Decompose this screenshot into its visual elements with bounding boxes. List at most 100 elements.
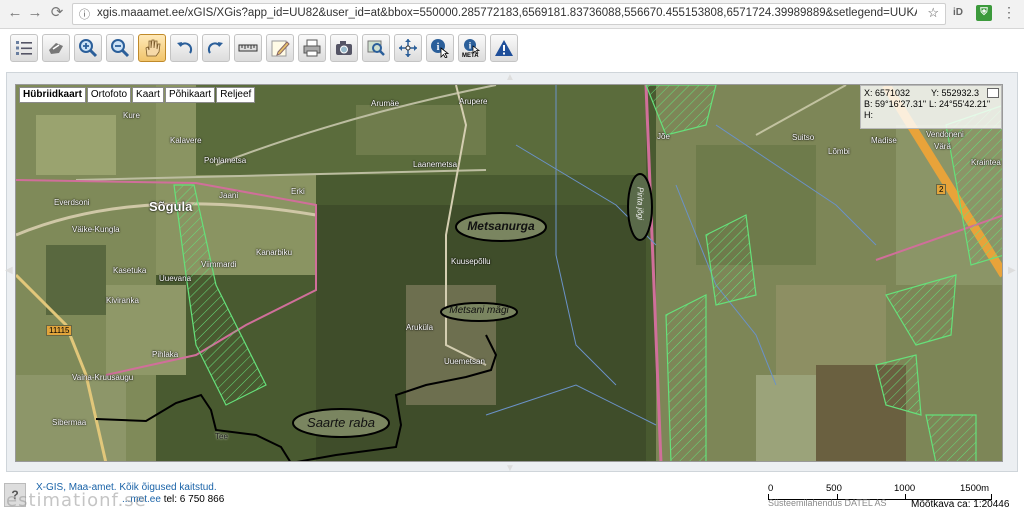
info-icon: i bbox=[431, 39, 450, 58]
place-label: Kanarbiku bbox=[256, 248, 293, 257]
warning-icon bbox=[495, 40, 513, 56]
place-label: Kalavere bbox=[170, 136, 202, 145]
place-label: Kasetuka bbox=[113, 266, 147, 275]
back-arrow-icon[interactable]: ← bbox=[6, 4, 24, 22]
place-label: Väike-Kungla bbox=[72, 225, 120, 234]
print-icon bbox=[303, 39, 321, 57]
url-text[interactable]: xgis.maaamet.ee/xGIS/XGis?app_id=UU82&us… bbox=[97, 7, 917, 19]
place-label: Kiviranka bbox=[106, 296, 139, 305]
place-label: Tee bbox=[215, 432, 228, 441]
watermark: estimationf.se bbox=[6, 490, 147, 511]
meta-info-button[interactable]: i META bbox=[458, 34, 486, 62]
redo-icon bbox=[207, 42, 223, 54]
zoom-in-icon bbox=[79, 39, 98, 58]
bookmark-star-icon[interactable]: ☆ bbox=[927, 5, 939, 21]
pan-south-arrow-icon[interactable]: ▼ bbox=[505, 463, 515, 474]
scale-label: 500 bbox=[826, 483, 842, 494]
place-label: Madise bbox=[871, 136, 897, 145]
place-label: Laanemetsa bbox=[413, 160, 458, 169]
place-label: Kraintea bbox=[971, 158, 1001, 167]
map-view[interactable]: Arumäe Arupere Kure Kalavere Pohlametsa … bbox=[15, 84, 1003, 462]
redo-button[interactable] bbox=[202, 34, 230, 62]
tab-map[interactable]: Kaart bbox=[132, 87, 164, 103]
pan-west-arrow-icon[interactable]: ◀ bbox=[5, 265, 13, 276]
search-map-button[interactable] bbox=[362, 34, 390, 62]
undo-button[interactable] bbox=[170, 34, 198, 62]
layers-button[interactable] bbox=[10, 34, 38, 62]
place-label: Arupere bbox=[459, 97, 488, 106]
pan-map-button[interactable] bbox=[42, 34, 70, 62]
camera-icon bbox=[336, 41, 352, 55]
place-label: Kure bbox=[123, 111, 140, 120]
measure-icon bbox=[238, 44, 258, 52]
map-toolbar: i i META bbox=[0, 30, 1024, 68]
search-map-icon bbox=[367, 40, 385, 56]
tab-hybrid[interactable]: Hübriidkaart bbox=[19, 87, 86, 103]
pan-east-arrow-icon[interactable]: ▶ bbox=[1008, 265, 1016, 276]
layers-icon bbox=[16, 41, 32, 55]
place-label: Suitso bbox=[792, 133, 815, 142]
ellipse-label: Saarte raba bbox=[307, 415, 375, 430]
road-number-sign: 11115 bbox=[46, 325, 73, 336]
pan-north-arrow-icon[interactable]: ▲ bbox=[505, 72, 515, 83]
coord-toggle-icon[interactable] bbox=[987, 88, 999, 98]
coord-b: B: 59°16'27.31" bbox=[864, 99, 927, 109]
full-extent-button[interactable] bbox=[394, 34, 422, 62]
coord-x: X: 6571032 bbox=[864, 88, 911, 98]
browser-menu-icon[interactable]: ⋮ bbox=[1002, 5, 1016, 19]
measure-button[interactable] bbox=[234, 34, 262, 62]
tab-basemap[interactable]: Põhikaart bbox=[164, 87, 216, 103]
print-button[interactable] bbox=[298, 34, 326, 62]
hand-tool-button[interactable] bbox=[138, 34, 166, 62]
place-label: Pihlaka bbox=[152, 350, 179, 359]
meta-label: META bbox=[462, 53, 479, 59]
ellipse-label: Metsanurga bbox=[467, 219, 535, 233]
warning-button[interactable] bbox=[490, 34, 518, 62]
village-label: Sõgula bbox=[149, 199, 193, 214]
place-label: Vaina-Kruusaugu bbox=[72, 373, 134, 382]
place-label: Erki bbox=[291, 187, 305, 196]
scale-label: 1000 bbox=[894, 483, 916, 494]
camera-button[interactable] bbox=[330, 34, 358, 62]
extent-icon bbox=[399, 39, 417, 57]
place-label: Pohlametsa bbox=[204, 156, 247, 165]
place-label: Jõe bbox=[657, 132, 670, 141]
coord-h: H: bbox=[864, 110, 873, 120]
edit-button[interactable] bbox=[266, 34, 294, 62]
tab-orthophoto[interactable]: Ortofoto bbox=[86, 87, 132, 103]
reload-icon[interactable]: ⟳ bbox=[48, 4, 66, 22]
place-label: Aruküla bbox=[406, 323, 434, 332]
place-label: Kuusepõllu bbox=[451, 257, 491, 266]
place-label: Arumäe bbox=[371, 99, 400, 108]
place-label: Viimmardi bbox=[201, 260, 237, 269]
zoom-in-button[interactable] bbox=[74, 34, 102, 62]
address-bar[interactable]: ⓘ xgis.maaamet.ee/xGIS/XGis?app_id=UU82&… bbox=[72, 3, 946, 25]
undo-icon bbox=[177, 42, 193, 54]
place-label: Vendoneni bbox=[926, 130, 964, 139]
zoom-out-button[interactable] bbox=[106, 34, 134, 62]
page-info-icon[interactable]: ⓘ bbox=[79, 6, 90, 22]
map-type-tabs: Hübriidkaart Ortofoto Kaart Põhikaart Re… bbox=[19, 87, 256, 103]
place-label: Uuemetsan bbox=[444, 357, 485, 366]
place-label: Värä bbox=[934, 142, 951, 151]
svg-text:i: i bbox=[437, 42, 440, 53]
scale-credit: Süsteemilahendus DATEL AS bbox=[768, 498, 887, 508]
coord-y: Y: 552932.3 bbox=[931, 88, 980, 98]
contact-tel: tel: 6 750 866 bbox=[163, 494, 225, 505]
coordinate-readout: X: 6571032 Y: 552932.3 B: 59°16'27.31" L… bbox=[860, 85, 1002, 129]
scale-label: 1500m bbox=[960, 483, 990, 494]
extension-shield-icon[interactable]: ⛨ bbox=[976, 5, 992, 21]
coord-l: L: 24°55'42.21" bbox=[929, 99, 991, 109]
place-label: Uuevana bbox=[159, 274, 192, 283]
scale-ratio: Mõõtkava ca: 1:20446 bbox=[911, 499, 1010, 510]
forward-arrow-icon[interactable]: → bbox=[26, 4, 44, 22]
place-label: Everdsoni bbox=[54, 198, 90, 207]
place-label: Lõmbi bbox=[828, 147, 850, 156]
place-label: Sibermaa bbox=[52, 418, 87, 427]
info-button[interactable]: i bbox=[426, 34, 454, 62]
road-number-sign: 2 bbox=[936, 184, 947, 195]
browser-bar: ← → ⟳ ⓘ xgis.maaamet.ee/xGIS/XGis?app_id… bbox=[0, 0, 1024, 29]
extension-id-icon[interactable]: iD bbox=[950, 5, 966, 21]
place-label: Jaani bbox=[219, 191, 239, 200]
tab-relief[interactable]: Reljeef bbox=[216, 87, 256, 103]
